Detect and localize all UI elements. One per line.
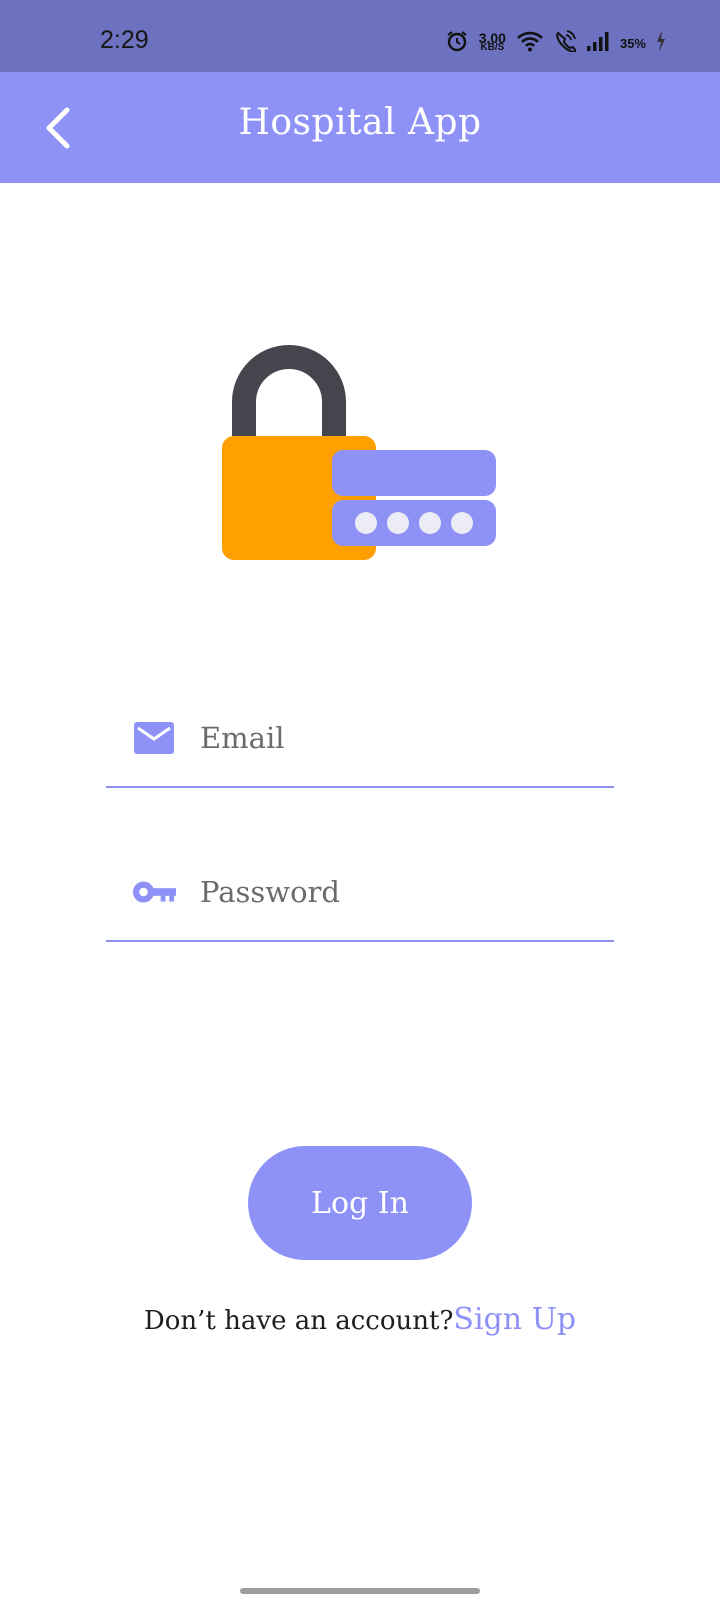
status-bar: 2:29 3.00 KB/S 35% <box>0 0 720 72</box>
wifi-calling-icon <box>554 30 578 56</box>
signup-row: Don’t have an account?Sign Up <box>0 1302 720 1337</box>
signal-icon <box>586 30 610 56</box>
wifi-icon <box>516 29 544 57</box>
alarm-icon <box>445 29 469 57</box>
mail-icon <box>132 716 176 760</box>
page-title: Hospital App <box>238 102 482 143</box>
email-field <box>106 696 614 788</box>
status-time: 2:29 <box>100 26 149 54</box>
key-icon <box>132 870 176 914</box>
network-speed-unit: KB/S <box>480 42 505 53</box>
login-button[interactable]: Log In <box>248 1146 472 1260</box>
charging-icon <box>656 30 666 56</box>
status-icons: 3.00 KB/S 35% <box>445 28 666 58</box>
signup-link[interactable]: Sign Up <box>453 1302 576 1337</box>
network-speed: 3.00 KB/S <box>479 31 506 53</box>
app-bar: Hospital App <box>0 72 720 183</box>
email-input[interactable] <box>200 708 600 768</box>
password-input[interactable] <box>200 862 600 922</box>
password-field <box>106 850 614 942</box>
gesture-nav-handle[interactable] <box>240 1588 480 1594</box>
lock-password-illustration <box>222 344 498 560</box>
signup-prompt: Don’t have an account? <box>143 1306 454 1336</box>
battery-level: 35% <box>619 35 646 51</box>
